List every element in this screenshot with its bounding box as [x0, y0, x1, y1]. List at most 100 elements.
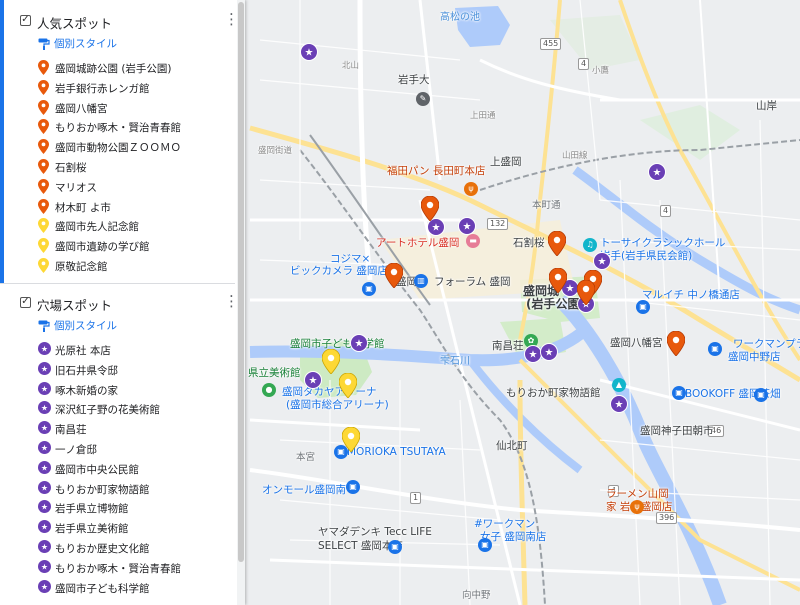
- layer-checkbox[interactable]: ✓: [20, 15, 31, 26]
- route-shield-4: 4: [578, 58, 590, 70]
- red-pin-icon: [38, 139, 49, 155]
- shop-icon[interactable]: ▣: [388, 540, 402, 554]
- purple-star-icon: ★: [38, 381, 51, 395]
- list-item-label: 岩手県立博物館: [55, 503, 129, 516]
- list-item[interactable]: ★ 岩手県立博物館: [0, 498, 235, 518]
- panel-scrollbar[interactable]: [237, 0, 245, 605]
- list-item-label: 盛岡市中央公民館: [55, 463, 139, 476]
- list-item[interactable]: 盛岡市先人記念館: [0, 216, 235, 236]
- route-shield-455: 455: [540, 38, 562, 50]
- purple-star-marker[interactable]: ★: [593, 252, 611, 270]
- red-pin-marker[interactable]: [385, 263, 403, 288]
- purple-star-icon: ★: [38, 500, 51, 514]
- purple-star-marker[interactable]: ★: [610, 395, 628, 413]
- layer-title[interactable]: 穴場スポット: [37, 295, 112, 314]
- list-item[interactable]: 盛岡城跡公園 (岩手公園): [0, 58, 235, 78]
- music-hall-icon[interactable]: ♫: [583, 238, 597, 252]
- spot-list: 盛岡城跡公園 (岩手公園) 岩手銀行赤レンガ館 盛岡八幡宮 もりおか啄木・賢治青…: [0, 58, 235, 276]
- label-kitahama: 北山: [342, 61, 360, 71]
- paint-roller-icon: [38, 320, 50, 332]
- purple-star-marker[interactable]: ★: [300, 43, 318, 61]
- list-item[interactable]: ★ もりおか啄木・賢治青春館: [0, 558, 235, 578]
- restaurant-icon[interactable]: ψ: [630, 500, 644, 514]
- svg-text:★: ★: [41, 364, 48, 373]
- layer-title[interactable]: 人気スポット: [37, 13, 112, 32]
- museum-pin-icon[interactable]: ●: [262, 383, 276, 397]
- restaurant-icon[interactable]: ψ: [464, 182, 478, 196]
- svg-text:★: ★: [598, 257, 607, 268]
- list-item[interactable]: 岩手銀行赤レンガ館: [0, 78, 235, 98]
- svg-text:★: ★: [41, 384, 48, 393]
- yellow-pin-marker[interactable]: [339, 373, 357, 398]
- hotel-icon[interactable]: ▬: [466, 234, 480, 248]
- shop-icon[interactable]: ▣: [708, 342, 722, 356]
- label-sengokucho: 仙北町: [496, 440, 528, 452]
- school-icon[interactable]: ✎: [416, 92, 430, 106]
- list-item[interactable]: 盛岡市動物公園ＺＯＯＭＯ: [0, 137, 235, 157]
- red-pin-marker[interactable]: [548, 231, 566, 256]
- label-kamimorioka: 上盛岡: [490, 156, 522, 168]
- purple-star-marker[interactable]: ★: [540, 343, 558, 361]
- svg-text:★: ★: [41, 582, 48, 591]
- list-item[interactable]: ★ 一ノ倉邸: [0, 439, 235, 459]
- shopping-icon[interactable]: ▣: [362, 282, 376, 296]
- list-item[interactable]: 盛岡八幡宮: [0, 98, 235, 118]
- list-item[interactable]: 原敬記念館: [0, 256, 235, 276]
- museum-icon[interactable]: ▲: [612, 378, 626, 392]
- label-bic-camera: ビックカメラ 盛岡店: [290, 265, 388, 277]
- purple-star-marker[interactable]: ★: [304, 371, 322, 389]
- purple-star-marker[interactable]: ★: [458, 217, 476, 235]
- layer-header: ✓ 穴場スポット ⋮: [0, 290, 239, 316]
- yellow-pin-icon: [38, 218, 49, 234]
- list-item[interactable]: ★ 岩手県立美術館: [0, 518, 235, 538]
- label-yamada-line: 山田線: [562, 151, 588, 161]
- list-item[interactable]: ★ 盛岡市中央公民館: [0, 459, 235, 479]
- list-item[interactable]: ★ 旧石井県令邸: [0, 360, 235, 380]
- label-hotel: アートホテル盛岡: [376, 237, 460, 249]
- shop-icon[interactable]: ▣: [478, 538, 492, 552]
- svg-text:★: ★: [41, 483, 48, 492]
- red-pin-marker[interactable]: [577, 280, 595, 305]
- shop-icon[interactable]: ▣: [636, 300, 650, 314]
- train-station-icon[interactable]: ▥: [414, 274, 428, 288]
- list-item[interactable]: 石割桜: [0, 157, 235, 177]
- red-pin-marker[interactable]: [667, 331, 685, 356]
- red-pin-icon: [38, 79, 49, 95]
- list-item[interactable]: ★ 南昌荘: [0, 419, 235, 439]
- label-nanshoso: 南昌荘: [492, 340, 524, 352]
- red-pin-marker[interactable]: [549, 268, 567, 293]
- list-item[interactable]: もりおか啄木・賢治青春館: [0, 117, 235, 137]
- shop-icon[interactable]: ▣: [346, 480, 360, 494]
- svg-text:★: ★: [41, 562, 48, 571]
- list-item[interactable]: ★ もりおか町家物語館: [0, 479, 235, 499]
- svg-text:★: ★: [41, 404, 48, 413]
- route-shield-132: 132: [487, 218, 509, 230]
- list-item[interactable]: ★ 深沢紅子野の花美術館: [0, 399, 235, 419]
- list-item[interactable]: ★ 啄木新婚の家: [0, 380, 235, 400]
- list-item[interactable]: 材木町 よ市: [0, 197, 235, 217]
- purple-star-marker[interactable]: ★: [648, 163, 666, 181]
- individual-style-link[interactable]: 個別スタイル: [0, 316, 235, 336]
- list-item[interactable]: ★ 盛岡市子ども科学館: [0, 578, 235, 598]
- yellow-pin-marker[interactable]: [322, 349, 340, 374]
- shop-icon[interactable]: ▣: [754, 388, 768, 402]
- list-item[interactable]: マリオス: [0, 177, 235, 197]
- purple-star-icon: ★: [38, 579, 51, 593]
- layer-hidden-spots: ✓ 穴場スポット ⋮ 個別スタイル ★ 光原社 本店 ★ 旧石井県令邸 ★ 啄木新婚の…: [0, 290, 239, 598]
- list-item[interactable]: ★ もりおか歴史文化館: [0, 538, 235, 558]
- layer-checkbox[interactable]: ✓: [20, 297, 31, 308]
- list-item[interactable]: 盛岡市遺跡の学び館: [0, 236, 235, 256]
- yellow-pin-marker[interactable]: [342, 427, 360, 452]
- list-item-label: 旧石井県令邸: [55, 364, 118, 377]
- purple-star-icon: ★: [38, 361, 51, 375]
- shop-icon[interactable]: ▣: [672, 386, 686, 400]
- red-pin-marker[interactable]: [421, 196, 439, 221]
- label-ramen: ラーメン山岡: [606, 488, 669, 500]
- purple-star-marker[interactable]: ★: [350, 334, 368, 352]
- scrollbar-thumb[interactable]: [238, 2, 244, 562]
- purple-star-icon: ★: [38, 460, 51, 474]
- list-item[interactable]: ★ 光原社 本店: [0, 340, 235, 360]
- route-shield-1: 1: [410, 492, 422, 504]
- svg-text:★: ★: [463, 222, 472, 233]
- individual-style-link[interactable]: 個別スタイル: [0, 34, 235, 54]
